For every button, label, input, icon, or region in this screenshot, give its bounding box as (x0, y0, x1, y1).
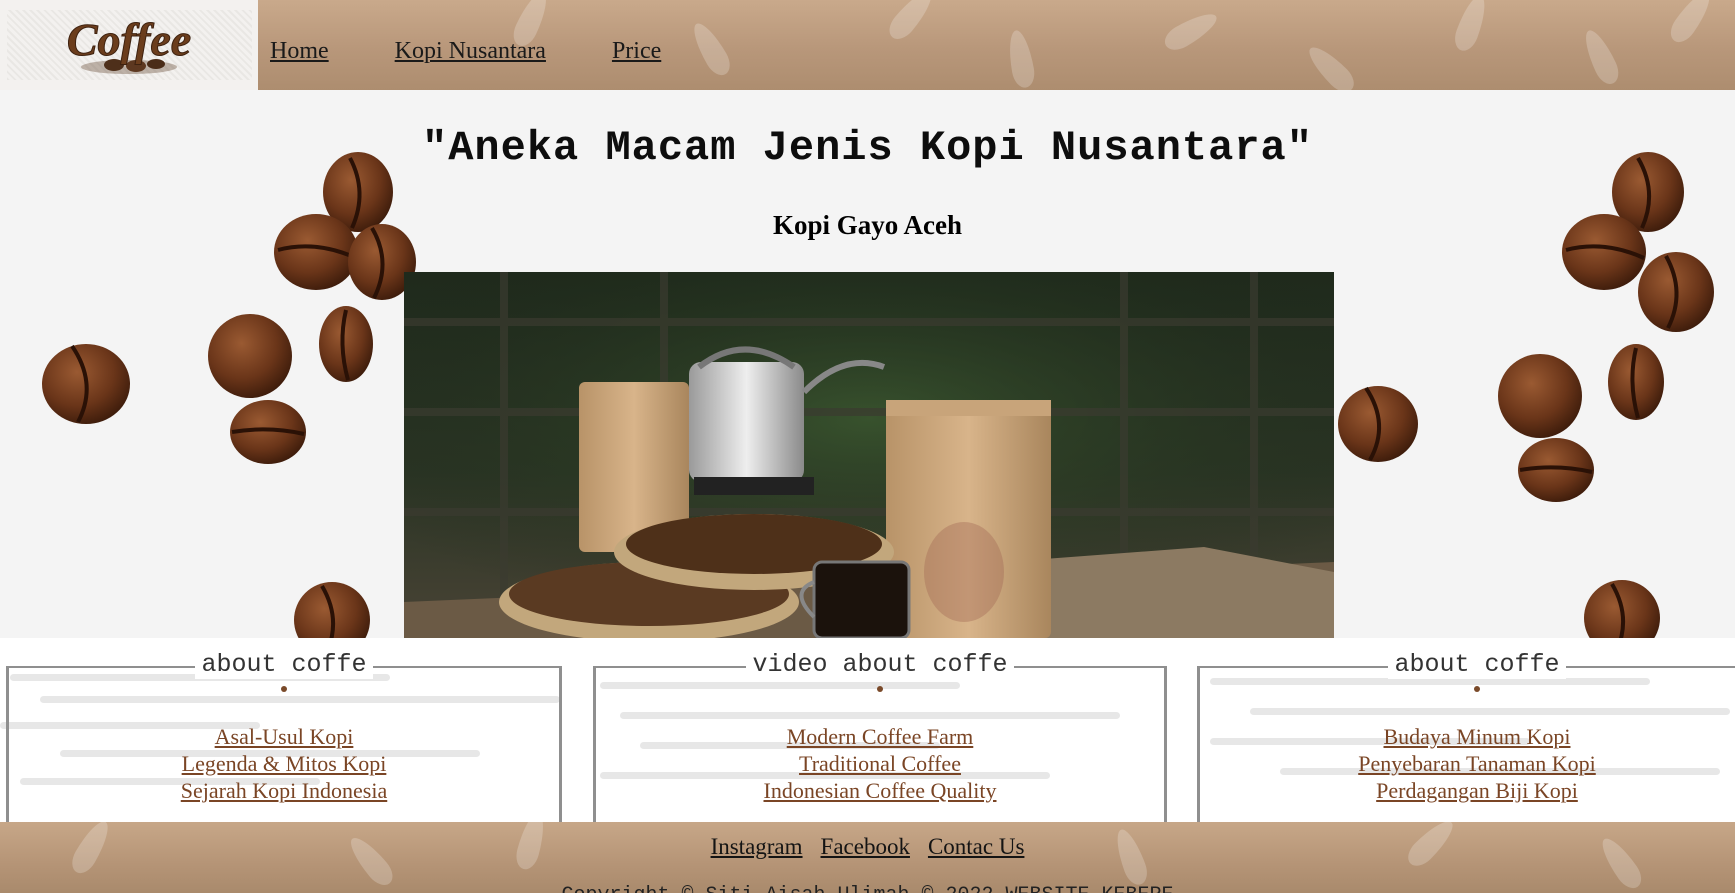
site-footer: Instagram Facebook Contac Us Copyright ©… (0, 822, 1735, 893)
facebook-link[interactable]: Facebook (821, 834, 910, 860)
asal-usul-kopi-link[interactable]: Asal-Usul Kopi (215, 724, 354, 750)
traditional-coffee-link[interactable]: Traditional Coffee (799, 751, 961, 777)
modern-coffee-farm-link[interactable]: Modern Coffee Farm (787, 724, 974, 750)
instagram-link[interactable]: Instagram (711, 834, 803, 860)
video-about-coffe-panel: video about coffe Modern Coffee Farm Tra… (593, 650, 1167, 822)
page-title: "Aneka Macam Jenis Kopi Nusantara" (422, 124, 1313, 172)
copyright-text: Copyright © Siti Aisah Ulimah © 2022 WEB… (0, 884, 1735, 893)
penyebaran-tanaman-kopi-link[interactable]: Penyebaran Tanaman Kopi (1358, 751, 1596, 777)
main-nav: Home Kopi Nusantara Price (270, 38, 661, 65)
about-coffe-panel-2: about coffe Budaya Minum Kopi Penyebaran… (1197, 650, 1735, 822)
about-coffe-panel-1: about coffe Asal-Usul Kopi Legenda & Mit… (6, 650, 562, 822)
coffee-logo-icon: Coffee (66, 14, 192, 74)
section-subtitle: Kopi Gayo Aceh (772, 210, 962, 240)
nav-kopi-nusantara-link[interactable]: Kopi Nusantara (395, 38, 546, 65)
panel-title: video about coffe (746, 650, 1014, 679)
svg-text:Coffee: Coffee (67, 14, 191, 65)
site-logo[interactable]: Coffee (0, 0, 258, 90)
perdagangan-biji-kopi-link[interactable]: Perdagangan Biji Kopi (1376, 778, 1578, 804)
legenda-mitos-kopi-link[interactable]: Legenda & Mitos Kopi (182, 751, 387, 777)
info-panels: about coffe Asal-Usul Kopi Legenda & Mit… (0, 638, 1735, 822)
nav-home-link[interactable]: Home (270, 38, 329, 65)
budaya-minum-kopi-link[interactable]: Budaya Minum Kopi (1384, 724, 1571, 750)
panel-title: about coffe (1388, 650, 1566, 679)
divider-dot-icon (877, 686, 883, 692)
indonesian-coffee-quality-link[interactable]: Indonesian Coffee Quality (764, 778, 997, 804)
divider-dot-icon (281, 686, 287, 692)
contact-us-link[interactable]: Contac Us (928, 834, 1024, 860)
site-header: Coffee Home Kopi Nusantara Price (0, 0, 1735, 90)
kopi-gayo-photo (404, 272, 1334, 638)
panel-title: about coffe (195, 650, 373, 679)
nav-price-link[interactable]: Price (612, 38, 661, 65)
divider-dot-icon (1474, 686, 1480, 692)
sejarah-kopi-indonesia-link[interactable]: Sejarah Kopi Indonesia (181, 778, 388, 804)
